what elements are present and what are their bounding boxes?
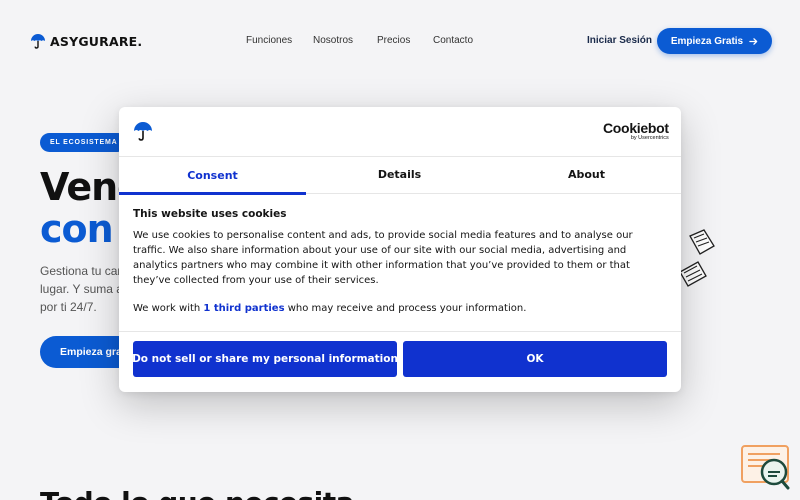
chat-widget-icon[interactable] xyxy=(740,444,792,490)
tab-about[interactable]: About xyxy=(493,157,680,194)
cookie-consent-dialog: Cookiebot by Usercentrics Consent Detail… xyxy=(119,107,681,392)
nav-item-nosotros[interactable]: Nosotros xyxy=(313,35,353,46)
umbrella-logo-icon xyxy=(31,34,45,49)
hero-description-line: Gestiona tu car xyxy=(40,264,122,278)
tab-consent[interactable]: Consent xyxy=(119,157,306,195)
nav-item-precios[interactable]: Precios xyxy=(377,35,410,46)
dialog-body: This website uses cookies We use cookies… xyxy=(133,208,653,314)
brand-name: ASYGURARE. xyxy=(50,33,143,49)
third-parties-suffix: who may receive and process your informa… xyxy=(284,303,527,314)
tab-about-label: About xyxy=(567,168,606,181)
third-parties-prefix: We work with xyxy=(133,303,204,314)
start-free-label: Empieza Gratis xyxy=(670,35,744,47)
nav-item-contacto[interactable]: Contacto xyxy=(433,35,473,46)
dialog-description-line: analytics partners who may combine it wi… xyxy=(133,260,630,271)
hero-start-label: Empieza grat xyxy=(60,346,126,358)
cookiebot-name: Cookiebot xyxy=(603,120,669,136)
cookiebot-logo[interactable]: Cookiebot by Usercentrics xyxy=(603,121,669,142)
brand-logo[interactable]: ASYGURARE. xyxy=(30,33,142,49)
hero-badge: EL ECOSISTEMA xyxy=(40,133,128,152)
login-link[interactable]: Iniciar Sesión xyxy=(587,35,652,46)
arrow-right-icon xyxy=(749,37,758,45)
tab-consent-label: Consent xyxy=(187,169,238,182)
dialog-heading: This website uses cookies xyxy=(133,208,287,220)
dialog-description-line: traffic. We also share information about… xyxy=(133,245,627,256)
third-parties-text: We work with 1 third parties who may rec… xyxy=(133,303,653,314)
cookiebot-subtitle: by Usercentrics xyxy=(630,135,669,141)
site-header: ASYGURARE. Funciones Nosotros Precios Co… xyxy=(0,0,800,80)
section-title: Todo lo que necesita xyxy=(40,486,355,500)
active-tab-indicator xyxy=(119,192,306,195)
consent-tabs: Consent Details About xyxy=(119,157,681,195)
nav-item-funciones[interactable]: Funciones xyxy=(246,35,292,46)
paper-doodle-icon xyxy=(679,229,715,287)
tab-details-label: Details xyxy=(377,168,422,181)
dialog-header: Cookiebot by Usercentrics xyxy=(119,107,681,157)
third-parties-link[interactable]: 1 third parties xyxy=(203,303,284,314)
ok-button[interactable]: OK xyxy=(403,341,667,377)
umbrella-logo-icon xyxy=(134,122,152,141)
dialog-description-line: We use cookies to personalise content an… xyxy=(133,230,633,241)
hero-description-line: lugar. Y suma a xyxy=(40,282,123,296)
do-not-sell-button[interactable]: Do not sell or share my personal informa… xyxy=(132,341,398,377)
dialog-divider xyxy=(119,331,681,332)
dialog-description-line: they’ve collected from your use of their… xyxy=(133,275,379,286)
hero-description: Gestiona tu car lugar. Y suma a por ti 2… xyxy=(40,262,130,316)
hero-description-line: por ti 24/7. xyxy=(40,300,97,314)
dialog-description: We use cookies to personalise content an… xyxy=(133,228,653,288)
tab-details[interactable]: Details xyxy=(306,157,493,194)
start-free-button[interactable]: Empieza Gratis xyxy=(657,28,772,54)
